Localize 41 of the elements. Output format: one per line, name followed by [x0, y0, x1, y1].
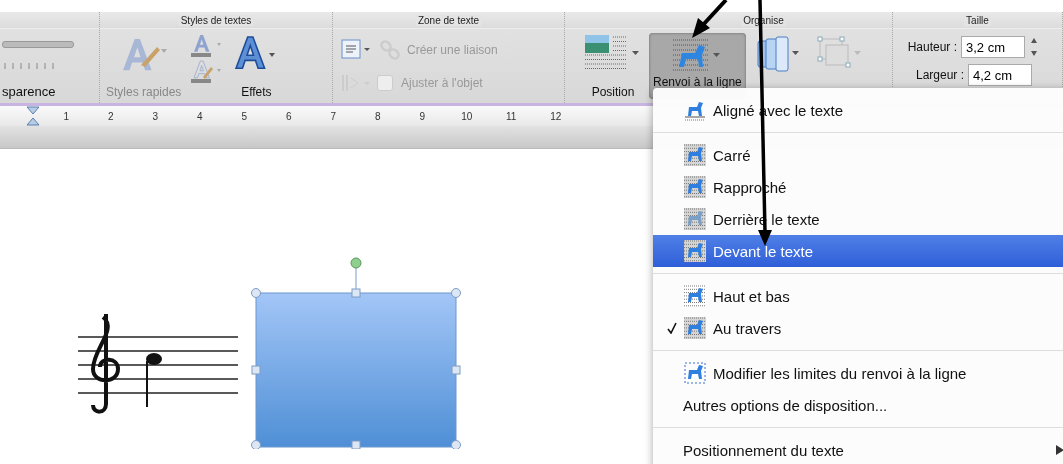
annotation-arrow — [690, 0, 728, 40]
ruler-number: 7 — [329, 110, 338, 122]
ruler-number: 9 — [418, 110, 427, 122]
group-title: Styles de textes — [178, 14, 254, 26]
wrap-icon — [683, 207, 707, 231]
menu-item[interactable]: Modifier les limites du renvoi à la ligne — [653, 357, 1063, 389]
submenu-arrow-icon — [1055, 444, 1063, 456]
ruler-number: 12 — [549, 110, 563, 122]
wrap-icon — [683, 316, 707, 340]
wrap-icon — [683, 239, 707, 263]
height-label: Hauteur : — [906, 40, 957, 54]
group-title: Zone de texte — [415, 14, 482, 26]
menu-item[interactable]: Au travers — [653, 312, 1063, 344]
menu-item[interactable]: Positionnement du texte — [653, 434, 1063, 464]
transparency-bar — [2, 41, 74, 48]
ruler-number: 11 — [505, 110, 518, 122]
menu-item[interactable]: Haut et bas — [653, 280, 1063, 312]
position-button[interactable]: Position — [583, 33, 643, 99]
ruler-number: 1 — [62, 110, 71, 122]
ruler-number: 10 — [460, 110, 474, 122]
menu-item[interactable]: Autres options de disposition... — [653, 389, 1063, 421]
menu-item[interactable]: Carré — [653, 139, 1063, 171]
height-field[interactable]: 3,2 cm — [961, 36, 1025, 58]
checkmark-icon — [667, 322, 677, 334]
wrap-icon — [683, 175, 707, 199]
ruler-number: 2 — [106, 110, 115, 122]
width-field[interactable]: 4,2 cm — [968, 64, 1032, 86]
ruler-number: 6 — [284, 110, 293, 122]
group-title: Taille — [964, 14, 991, 26]
indent-marker-icon[interactable] — [26, 106, 40, 126]
wrap-icon — [683, 143, 707, 167]
effects-button[interactable]: Effets — [233, 33, 280, 99]
ruler-number: 8 — [373, 110, 382, 122]
ruler-number: 3 — [151, 110, 160, 122]
menu-item[interactable]: Devant le texte — [653, 235, 1063, 267]
wrap-icon — [683, 361, 707, 385]
width-label: Largeur : — [914, 68, 964, 82]
ruler-number: 4 — [195, 110, 204, 122]
wrap-icon — [683, 284, 707, 308]
transparency-label: sparence — [2, 84, 56, 99]
ruler-number: 5 — [240, 110, 249, 122]
